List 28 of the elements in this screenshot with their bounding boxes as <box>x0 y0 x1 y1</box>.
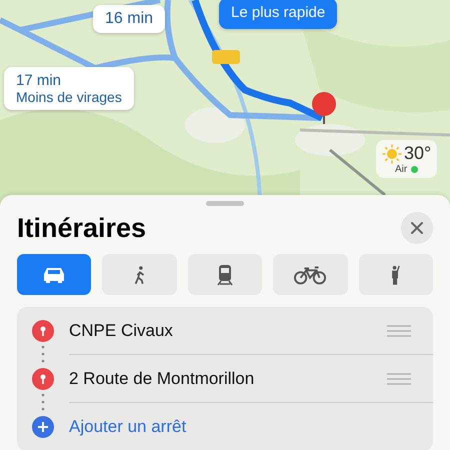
bike-mode-tab[interactable] <box>273 254 348 295</box>
add-stop-link[interactable]: Ajouter un arrêt <box>69 417 186 437</box>
air-quality-dot <box>411 166 418 173</box>
route-callout[interactable]: 16 min <box>93 5 166 33</box>
route-callout[interactable]: 17 min Moins de virages <box>4 67 134 110</box>
bicycle-icon <box>294 264 326 284</box>
stop-label: CNPE Civaux <box>69 320 173 340</box>
pin-icon <box>32 320 54 342</box>
reorder-handle-icon[interactable] <box>387 372 411 386</box>
close-icon <box>410 221 424 235</box>
sheet-title: Itinéraires <box>17 212 146 244</box>
connector-dots-icon <box>41 343 45 365</box>
person-waving-icon <box>390 264 402 284</box>
transit-mode-tab[interactable] <box>188 254 262 295</box>
walking-person-icon <box>132 264 147 284</box>
train-icon <box>217 264 234 286</box>
sun-icon <box>382 144 402 164</box>
stop-label: 2 Route de Montmorillon <box>69 368 254 388</box>
connector-dots-icon <box>41 391 45 413</box>
reorder-handle-icon[interactable] <box>387 324 411 338</box>
sheet-handle[interactable] <box>206 201 244 206</box>
close-button[interactable] <box>401 212 433 244</box>
car-mode-tab[interactable] <box>17 254 92 295</box>
ride-mode-tab[interactable] <box>358 254 434 295</box>
plus-icon[interactable] <box>32 416 54 438</box>
pin-icon <box>32 368 54 390</box>
route-callout[interactable]: Le plus rapide <box>219 0 338 29</box>
weather-badge[interactable]: 30° Air <box>376 140 438 178</box>
